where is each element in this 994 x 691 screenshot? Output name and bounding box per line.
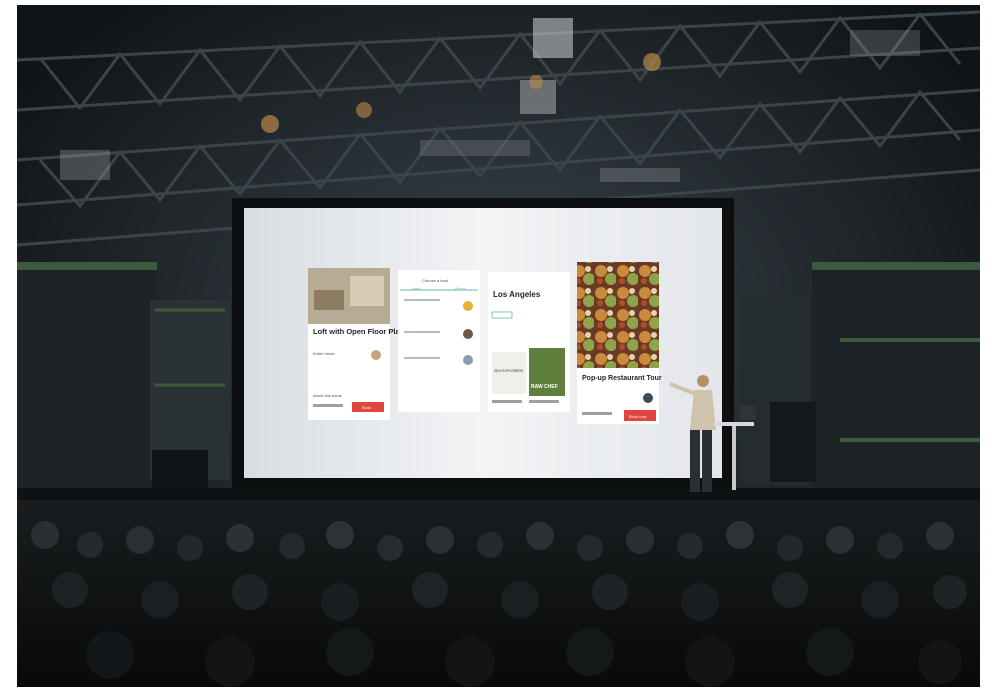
card3-book2: RAW CHEF: [531, 384, 558, 390]
card4-book-button: Book now: [629, 414, 647, 419]
card1-book-button: Book: [362, 405, 371, 410]
card3-city: Los Angeles: [493, 290, 541, 299]
slide-card-hosts: [398, 270, 480, 412]
card3-book1: ZEN EXPLORERS: [494, 369, 524, 373]
card4-title: Pop-up Restaurant Tour: [582, 375, 662, 382]
card1-host-label: Entire home: [313, 351, 335, 356]
slide-card-tour: [577, 262, 659, 424]
card2-header: Choose a host: [422, 278, 449, 283]
right-stage-tower: [740, 262, 980, 502]
card1-about-label: About this home: [313, 393, 343, 398]
card2-tab-places: Places: [455, 287, 466, 291]
conference-photo: Loft with Open Floor Plan and Kitchen En…: [0, 0, 994, 691]
audience: [17, 500, 980, 687]
card2-tab-hosts: Hosts: [412, 287, 421, 291]
